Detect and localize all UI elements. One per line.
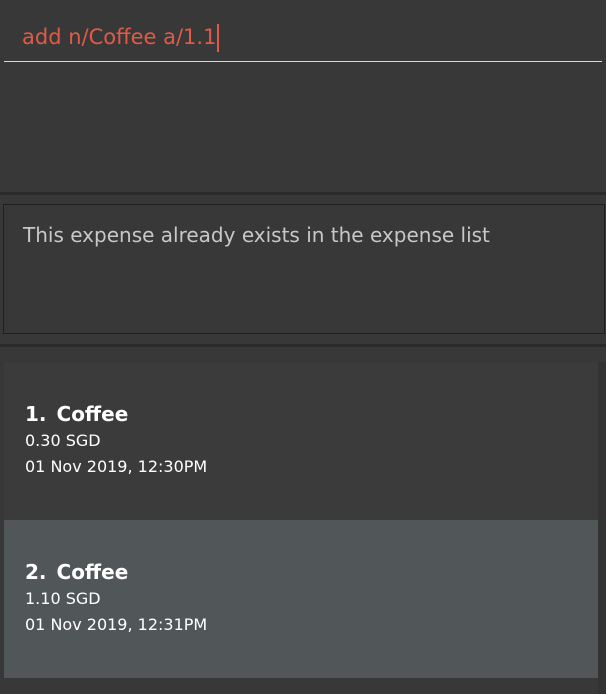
expense-list-area: 1. Coffee 0.30 SGD 01 Nov 2019, 12:30PM 2… xyxy=(0,348,606,694)
command-box: add n/Coffee a/1.1 xyxy=(0,0,606,68)
expense-card-selected[interactable]: 2. Coffee 1.10 SGD 01 Nov 2019, 12:31PM xyxy=(4,520,598,678)
expense-amount: 1.10 SGD xyxy=(25,589,101,608)
result-display[interactable]: This expense already exists in the expen… xyxy=(3,204,605,334)
expense-amount: 0.30 SGD xyxy=(25,431,101,450)
divider xyxy=(0,192,606,195)
expense-title: 1. Coffee xyxy=(25,400,598,428)
expense-app-window: add n/Coffee a/1.1 This expense already … xyxy=(0,0,606,694)
result-message: This expense already exists in the expen… xyxy=(23,223,490,247)
expense-name: Coffee xyxy=(56,560,129,584)
expense-list[interactable]: 1. Coffee 0.30 SGD 01 Nov 2019, 12:30PM 2… xyxy=(4,362,598,694)
result-display-area: This expense already exists in the expen… xyxy=(0,196,606,346)
text-caret xyxy=(217,24,220,52)
expense-index: 2. xyxy=(25,560,47,584)
expense-index: 1. xyxy=(25,402,47,426)
command-value: add n/Coffee a/1.1 xyxy=(22,25,217,49)
command-text: add n/Coffee a/1.1 xyxy=(22,22,220,52)
divider xyxy=(0,344,606,347)
expense-timestamp: 01 Nov 2019, 12:31PM xyxy=(25,615,208,634)
empty-panel xyxy=(0,68,606,192)
expense-timestamp: 01 Nov 2019, 12:30PM xyxy=(25,457,208,476)
expense-card[interactable]: 1. Coffee 0.30 SGD 01 Nov 2019, 12:30PM xyxy=(4,362,598,520)
expense-title: 2. Coffee xyxy=(25,558,598,586)
list-scrollbar[interactable] xyxy=(598,362,606,694)
expense-name: Coffee xyxy=(56,402,129,426)
